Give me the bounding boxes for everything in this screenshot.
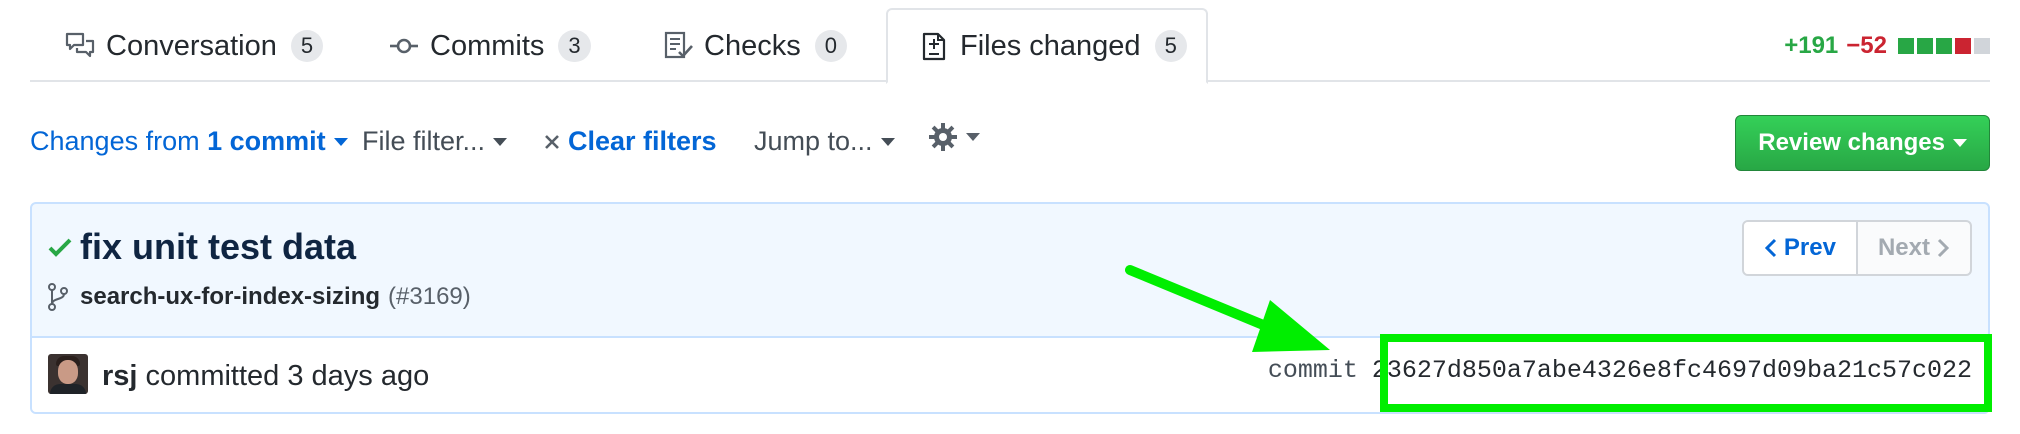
annotation-highlight-box (1380, 334, 1992, 412)
